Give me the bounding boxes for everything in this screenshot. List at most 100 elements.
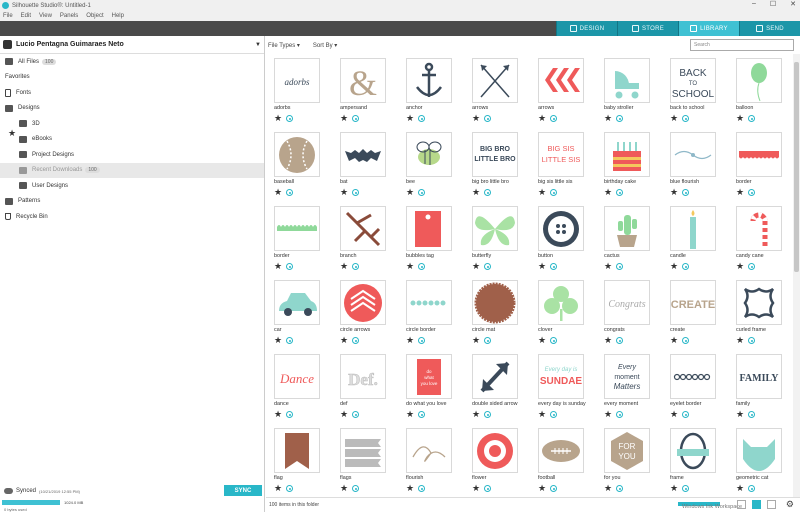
cloud-sync-icon[interactable] <box>352 189 359 196</box>
design-thumbnail[interactable] <box>604 58 650 103</box>
library-item[interactable]: Every moment Matters every moment ★ <box>596 350 662 424</box>
library-item[interactable]: bat ★ <box>332 128 398 202</box>
favorite-star-icon[interactable]: ★ <box>274 410 282 419</box>
minimize-button[interactable]: – <box>752 0 756 8</box>
cloud-sync-icon[interactable] <box>352 115 359 122</box>
library-item[interactable]: circle mat ★ <box>464 276 530 350</box>
library-item[interactable]: bee ★ <box>398 128 464 202</box>
design-thumbnail[interactable] <box>340 428 386 473</box>
library-item[interactable]: circle border ★ <box>398 276 464 350</box>
favorite-star-icon[interactable]: ★ <box>670 114 678 123</box>
design-thumbnail[interactable]: Dance <box>274 354 320 399</box>
cloud-sync-icon[interactable] <box>418 115 425 122</box>
favorite-star-icon[interactable]: ★ <box>472 188 480 197</box>
cloud-sync-icon[interactable] <box>616 485 623 492</box>
favorite-star-icon[interactable]: ★ <box>604 410 612 419</box>
design-thumbnail[interactable] <box>274 280 320 325</box>
design-thumbnail[interactable] <box>472 354 518 399</box>
design-thumbnail[interactable] <box>670 428 716 473</box>
cloud-sync-icon[interactable] <box>682 115 689 122</box>
library-item[interactable]: clover ★ <box>530 276 596 350</box>
design-thumbnail[interactable] <box>670 206 716 251</box>
design-thumbnail[interactable]: adorbs <box>274 58 320 103</box>
design-thumbnail[interactable] <box>406 206 452 251</box>
cloud-sync-icon[interactable] <box>484 189 491 196</box>
design-thumbnail[interactable] <box>406 58 452 103</box>
favorite-star-icon[interactable]: ★ <box>472 484 480 493</box>
favorite-star-icon[interactable]: ★ <box>472 336 480 345</box>
library-item[interactable]: anchor ★ <box>398 54 464 128</box>
design-thumbnail[interactable] <box>736 132 782 177</box>
favorite-star-icon[interactable]: ★ <box>604 262 612 271</box>
cloud-sync-icon[interactable] <box>748 485 755 492</box>
favorite-star-icon[interactable]: ★ <box>406 410 414 419</box>
design-thumbnail[interactable] <box>340 132 386 177</box>
library-item[interactable]: border ★ <box>266 202 332 276</box>
cloud-sync-icon[interactable] <box>286 485 293 492</box>
sidebar-item-patterns[interactable]: Patterns <box>0 194 264 210</box>
library-item[interactable]: balloon ★ <box>728 54 794 128</box>
cloud-sync-icon[interactable] <box>352 485 359 492</box>
design-thumbnail[interactable]: CREATE <box>670 280 716 325</box>
design-thumbnail[interactable] <box>406 132 452 177</box>
design-thumbnail[interactable] <box>736 206 782 251</box>
favorite-star-icon[interactable]: ★ <box>736 410 744 419</box>
cloud-sync-icon[interactable] <box>550 263 557 270</box>
cloud-sync-icon[interactable] <box>286 411 293 418</box>
cloud-sync-icon[interactable] <box>616 263 623 270</box>
favorite-star-icon[interactable]: ★ <box>274 188 282 197</box>
library-item[interactable]: double sided arrow ★ <box>464 350 530 424</box>
favorite-star-icon[interactable]: ★ <box>670 188 678 197</box>
library-item[interactable]: flower ★ <box>464 424 530 497</box>
cloud-sync-icon[interactable] <box>550 189 557 196</box>
library-item[interactable]: car ★ <box>266 276 332 350</box>
favorite-star-icon[interactable]: ★ <box>670 336 678 345</box>
design-thumbnail[interactable] <box>406 428 452 473</box>
library-item[interactable]: BIG SIS LITTLE SIS big sis little sis ★ <box>530 128 596 202</box>
cloud-sync-icon[interactable] <box>550 485 557 492</box>
design-thumbnail[interactable] <box>604 132 650 177</box>
cloud-sync-icon[interactable] <box>286 115 293 122</box>
library-item[interactable]: Congrats congrats ★ <box>596 276 662 350</box>
cloud-sync-icon[interactable] <box>418 189 425 196</box>
library-item[interactable]: flourish ★ <box>398 424 464 497</box>
favorite-star-icon[interactable]: ★ <box>604 484 612 493</box>
cloud-sync-icon[interactable] <box>418 263 425 270</box>
file-types-dropdown[interactable]: File Types ▾ <box>268 42 300 49</box>
cloud-sync-icon[interactable] <box>682 485 689 492</box>
tab-send[interactable]: SEND <box>739 21 800 36</box>
scrollbar-thumb[interactable] <box>794 62 799 272</box>
library-item[interactable]: baseball ★ <box>266 128 332 202</box>
favorite-star-icon[interactable]: ★ <box>340 410 348 419</box>
favorite-star-icon[interactable]: ★ <box>538 484 546 493</box>
sidebar-item-designs[interactable]: Designs <box>0 101 264 117</box>
cloud-sync-icon[interactable] <box>748 263 755 270</box>
cloud-sync-icon[interactable] <box>550 411 557 418</box>
library-item[interactable]: blue flourish ★ <box>662 128 728 202</box>
favorite-star-icon[interactable]: ★ <box>538 336 546 345</box>
search-input[interactable]: Search <box>690 39 794 51</box>
cloud-sync-icon[interactable] <box>682 337 689 344</box>
sidebar-item-3d[interactable]: 3D <box>0 116 264 132</box>
account-selector[interactable]: Lucio Pentagna Guimaraes Neto ▼ <box>0 36 264 54</box>
favorite-star-icon[interactable]: ★ <box>538 188 546 197</box>
library-item[interactable]: cactus ★ <box>596 202 662 276</box>
tab-design[interactable]: DESIGN <box>556 21 617 36</box>
menu-help[interactable]: Help <box>112 13 124 19</box>
design-thumbnail[interactable] <box>274 206 320 251</box>
favorite-star-icon[interactable]: ★ <box>406 336 414 345</box>
favorite-star-icon[interactable]: ★ <box>274 336 282 345</box>
cloud-sync-icon[interactable] <box>352 263 359 270</box>
menu-panels[interactable]: Panels <box>60 13 78 19</box>
cloud-sync-icon[interactable] <box>748 337 755 344</box>
design-thumbnail[interactable] <box>670 354 716 399</box>
design-thumbnail[interactable]: Every day is SUNDAE <box>538 354 584 399</box>
design-thumbnail[interactable]: do what you love <box>406 354 452 399</box>
design-thumbnail[interactable] <box>340 206 386 251</box>
design-thumbnail[interactable]: BIG BRO LITTLE BRO <box>472 132 518 177</box>
library-item[interactable]: BACK TO SCHOOL back to school ★ <box>662 54 728 128</box>
cloud-sync-icon[interactable] <box>352 411 359 418</box>
design-thumbnail[interactable] <box>274 132 320 177</box>
cloud-sync-icon[interactable] <box>616 189 623 196</box>
cloud-sync-icon[interactable] <box>748 411 755 418</box>
